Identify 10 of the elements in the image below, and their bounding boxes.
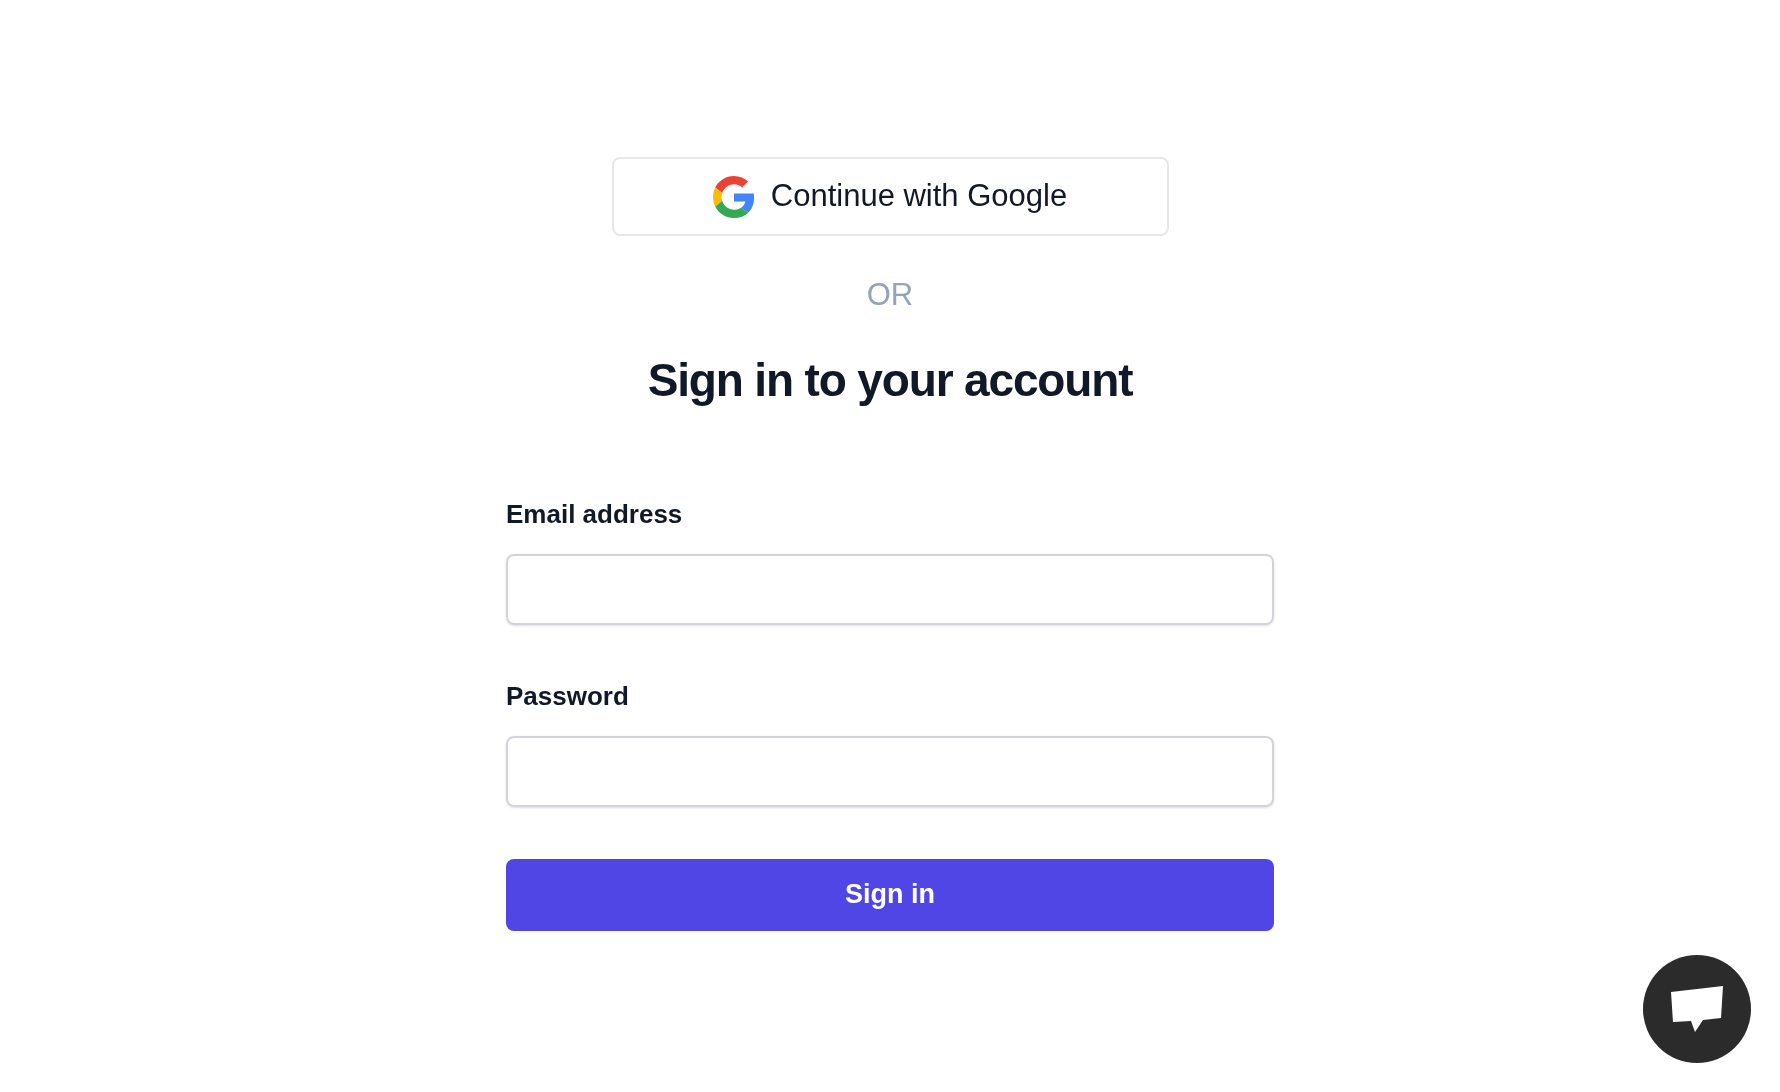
google-logo-icon bbox=[712, 175, 755, 218]
divider-text: OR bbox=[866, 276, 914, 314]
input-field[interactable] bbox=[506, 553, 1274, 625]
google-sign-in-button[interactable]: Continue with Google bbox=[611, 157, 1169, 236]
input-field[interactable] bbox=[506, 735, 1274, 807]
field-label: Password bbox=[506, 679, 630, 713]
sign-in-button[interactable]: Sign in bbox=[506, 858, 1274, 931]
chat-bubble-icon bbox=[1669, 984, 1725, 1034]
page-heading: Sign in to your account bbox=[647, 352, 1133, 408]
field-label: Email address bbox=[506, 497, 684, 531]
